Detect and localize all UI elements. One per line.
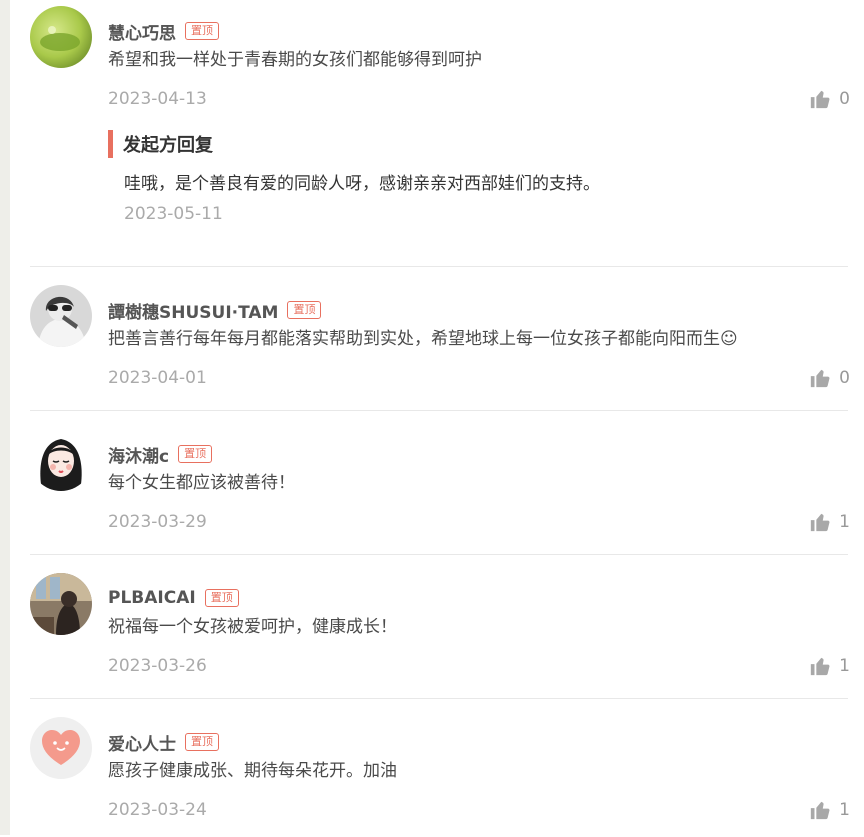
like-button[interactable]: 0 [809, 86, 850, 112]
comment-text: 希望和我一样处于青春期的女孩们都能够得到呵护 [108, 50, 482, 70]
commenter-name[interactable]: 慧心巧思 [108, 19, 176, 44]
pinned-badge: 置顶 [204, 589, 239, 607]
like-count: 1 [839, 800, 850, 820]
like-count: 0 [839, 368, 850, 388]
pinned-badge: 置顶 [287, 301, 322, 319]
comment-item: PLBAICAI 置顶 祝福每一个女孩被爱呵护，健康成长！ 2023-03-26… [30, 555, 850, 699]
pinned-badge: 置顶 [185, 22, 219, 40]
thumbs-up-icon [809, 367, 831, 389]
reply-text: 哇哦，是个善良有爱的同龄人呀，感谢亲亲对西部娃们的支持。 [124, 174, 600, 194]
like-button[interactable]: 0 [809, 365, 850, 391]
reply-title: 发起方回复 [123, 135, 213, 156]
comment-item: 譚樹穗SHUSUI·TAM 置顶 把善言善行每年每月都能落实帮助到实处，希望地球… [30, 267, 850, 411]
avatar[interactable] [30, 717, 92, 779]
comment-text: 愿孩子健康成张、期待每朵花开。加油 [108, 761, 397, 781]
comment-date: 2023-03-29 [108, 512, 207, 532]
reply-date: 2023-05-11 [124, 204, 223, 224]
comment-list: 慧心巧思 置顶 希望和我一样处于青春期的女孩们都能够得到呵护 2023-04-1… [30, 0, 850, 837]
comment-date: 2023-04-13 [108, 89, 207, 109]
commenter-name[interactable]: PLBAICAI [108, 588, 196, 608]
avatar[interactable] [30, 573, 92, 635]
commenter-name[interactable]: 譚樹穗SHUSUI·TAM [108, 298, 278, 323]
comment-item: 海沐潮c 置顶 每个女生都应该被善待！ 2023-03-29 1 [30, 411, 850, 555]
thumbs-up-icon [809, 655, 831, 677]
like-count: 0 [839, 89, 850, 109]
pinned-badge: 置顶 [185, 733, 219, 751]
comment-text: 把善言善行每年每月都能落实帮助到实处，希望地球上每一位女孩子都能向阳而生☺ [108, 329, 738, 349]
comment-date: 2023-03-26 [108, 656, 207, 676]
sponsor-reply: 发起方回复 哇哦，是个善良有爱的同龄人呀，感谢亲亲对西部娃们的支持。 2023-… [108, 130, 848, 226]
left-sidebar-strip [0, 0, 10, 835]
avatar[interactable] [30, 6, 92, 68]
comment-text: 祝福每一个女孩被爱呵护，健康成长！ [108, 617, 397, 637]
like-button[interactable]: 1 [809, 653, 850, 679]
thumbs-up-icon [809, 799, 831, 821]
thumbs-up-icon [809, 88, 831, 110]
avatar[interactable] [30, 285, 92, 347]
commenter-name[interactable]: 海沐潮c [108, 442, 169, 467]
like-count: 1 [839, 656, 850, 676]
comment-date: 2023-04-01 [108, 368, 207, 388]
comment-text: 每个女生都应该被善待！ [108, 473, 295, 493]
thumbs-up-icon [809, 511, 831, 533]
avatar[interactable] [30, 429, 92, 491]
like-button[interactable]: 1 [809, 509, 850, 535]
comment-item: 慧心巧思 置顶 希望和我一样处于青春期的女孩们都能够得到呵护 2023-04-1… [30, 0, 850, 267]
pinned-badge: 置顶 [178, 445, 213, 463]
like-count: 1 [839, 512, 850, 532]
reply-accent-bar [108, 130, 113, 158]
comment-item: 爱心人士 置顶 愿孩子健康成张、期待每朵花开。加油 2023-03-24 1 [30, 699, 850, 837]
comment-date: 2023-03-24 [108, 800, 207, 820]
like-button[interactable]: 1 [809, 797, 850, 823]
commenter-name[interactable]: 爱心人士 [108, 730, 176, 755]
